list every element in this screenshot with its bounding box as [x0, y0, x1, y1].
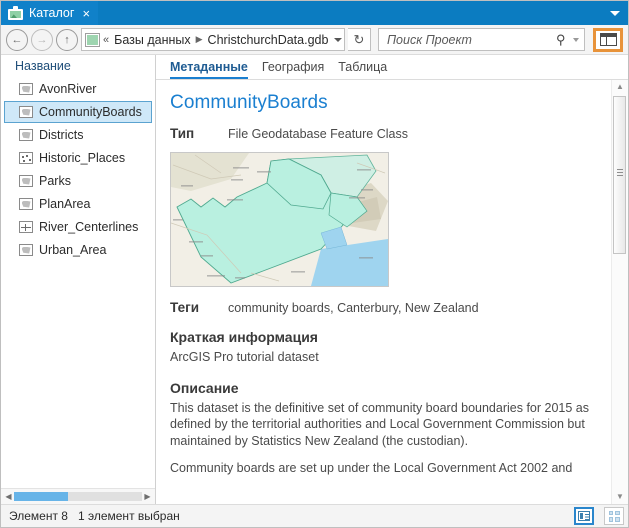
tree-item-label: Districts	[39, 128, 84, 142]
selection-label: 1 элемент выбран	[77, 509, 180, 523]
section-heading-description: Описание	[170, 379, 239, 396]
section-heading-summary: Краткая информация	[170, 329, 318, 345]
search-box[interactable]: ⚲	[378, 28, 585, 51]
scroll-right-icon[interactable]: ▶	[142, 492, 153, 501]
title-bar: Каталог ×	[1, 1, 628, 25]
tree-item-label: Historic_Places	[39, 151, 126, 165]
main-split: Название AvonRiver CommunityBoards Distr…	[1, 55, 628, 504]
forward-button[interactable]: →	[31, 28, 53, 51]
section-paragraph: This dataset is the definitive set of co…	[170, 400, 589, 448]
catalog-window: Каталог × ← → ↑ « Базы данных ▶ Christch…	[0, 0, 629, 528]
title-bar-spacer	[98, 1, 610, 25]
address-bar[interactable]: « Базы данных ▶ ChristchurchData.gdb	[81, 28, 345, 51]
tree-item-avonriver[interactable]: AvonRiver	[4, 78, 152, 100]
panel-layout-button[interactable]	[593, 27, 623, 52]
metadata-document: CommunityBoards Тип File Geodatabase Fea…	[156, 80, 611, 504]
section-paragraph: ArcGIS Pro tutorial dataset	[170, 350, 319, 364]
breadcrumb-item-0[interactable]: Базы данных	[114, 33, 191, 47]
tree-item-districts[interactable]: Districts	[4, 124, 152, 146]
breadcrumb-item-1[interactable]: ChristchurchData.gdb	[208, 33, 329, 47]
page-title: CommunityBoards	[170, 92, 328, 113]
status-bar: Элемент 8 1 элемент выбран	[1, 504, 628, 527]
geodatabase-icon	[85, 32, 100, 47]
close-icon[interactable]: ×	[82, 7, 90, 20]
tree-item-label: CommunityBoards	[39, 105, 142, 119]
tree-item-label: Parks	[39, 174, 71, 188]
scroll-track[interactable]	[612, 94, 628, 490]
field-label: Теги	[170, 300, 200, 315]
polygon-feature-icon	[19, 175, 33, 187]
tab-metadata[interactable]: Метаданные	[170, 60, 248, 79]
line-feature-icon	[19, 221, 33, 233]
details-vertical-scrollbar[interactable]: ▲ ▼	[611, 80, 628, 504]
grid-view-icon	[608, 510, 620, 522]
scroll-left-icon[interactable]: ◀	[3, 492, 14, 501]
metadata-document-wrapper: CommunityBoards Тип File Geodatabase Fea…	[156, 80, 628, 504]
scroll-track[interactable]	[14, 492, 142, 501]
scroll-thumb[interactable]	[613, 96, 626, 255]
tree-item-label: River_Centerlines	[39, 220, 139, 234]
details-panel: Метаданные География Таблица CommunityBo…	[156, 55, 628, 504]
tab-geography[interactable]: География	[262, 60, 324, 79]
point-feature-icon	[19, 152, 33, 164]
search-icon[interactable]: ⚲	[556, 32, 566, 48]
field-label: Тип	[170, 126, 195, 141]
tab-table[interactable]: Таблица	[338, 60, 387, 79]
catalog-tree-panel: Название AvonRiver CommunityBoards Distr…	[1, 55, 156, 504]
list-view-icon	[578, 511, 590, 521]
details-tab-bar: Метаданные География Таблица	[156, 55, 628, 80]
grid-view-button[interactable]	[604, 507, 624, 525]
tree-item-label: PlanArea	[39, 197, 91, 211]
chevron-down-icon[interactable]	[334, 37, 343, 42]
tree-item-label: Urban_Area	[39, 243, 107, 257]
map-thumbnail	[170, 152, 389, 287]
tree-item-historic-places[interactable]: Historic_Places	[4, 147, 152, 169]
scroll-down-icon[interactable]: ▼	[616, 490, 624, 504]
scroll-thumb[interactable]	[14, 492, 68, 501]
breadcrumb-overflow-icon[interactable]: «	[103, 34, 109, 46]
field-type: Тип File Geodatabase Feature Class	[170, 126, 597, 141]
polygon-feature-icon	[19, 83, 33, 95]
list-view-button[interactable]	[574, 507, 594, 525]
polygon-feature-icon	[19, 244, 33, 256]
tree-horizontal-scrollbar[interactable]: ◀ ▶	[1, 488, 155, 504]
search-input[interactable]	[385, 31, 557, 48]
scroll-up-icon[interactable]: ▲	[616, 80, 624, 94]
field-value: File Geodatabase Feature Class	[228, 127, 408, 141]
tree-item-urban-area[interactable]: Urban_Area	[4, 239, 152, 261]
scroll-thumb-grip	[617, 172, 623, 174]
up-button[interactable]: ↑	[56, 28, 78, 51]
back-button[interactable]: ←	[6, 28, 28, 51]
window-tab-catalog[interactable]: Каталог ×	[1, 1, 99, 25]
column-header-name[interactable]: Название	[1, 55, 155, 77]
panel-layout-icon	[599, 33, 617, 46]
field-value: community boards, Canterbury, New Zealan…	[228, 301, 479, 315]
polygon-feature-icon	[19, 198, 33, 210]
breadcrumb-separator-icon: ▶	[195, 34, 203, 44]
polygon-feature-icon	[19, 106, 33, 118]
chevron-down-icon[interactable]	[573, 37, 579, 42]
navigation-toolbar: ← → ↑ « Базы данных ▶ ChristchurchData.g…	[1, 25, 628, 55]
field-tags: Теги community boards, Canterbury, New Z…	[170, 300, 597, 315]
tree-item-label: AvonRiver	[39, 82, 97, 96]
window-tab-label: Каталог	[29, 6, 75, 20]
chevron-down-icon[interactable]	[610, 10, 620, 16]
tree-item-river-centerlines[interactable]: River_Centerlines	[4, 216, 152, 238]
catalog-tree: AvonRiver CommunityBoards Districts Hist…	[1, 77, 155, 488]
tree-item-planarea[interactable]: PlanArea	[4, 193, 152, 215]
catalog-icon	[8, 6, 23, 20]
section-paragraph: Community boards are set up under the Lo…	[170, 461, 573, 475]
tree-item-parks[interactable]: Parks	[4, 170, 152, 192]
tree-item-communityboards[interactable]: CommunityBoards	[4, 101, 152, 123]
polygon-feature-icon	[19, 129, 33, 141]
item-count-label: Элемент 8	[9, 509, 68, 523]
refresh-button[interactable]: ↻	[348, 28, 371, 51]
map-thumbnail-image	[171, 153, 388, 286]
